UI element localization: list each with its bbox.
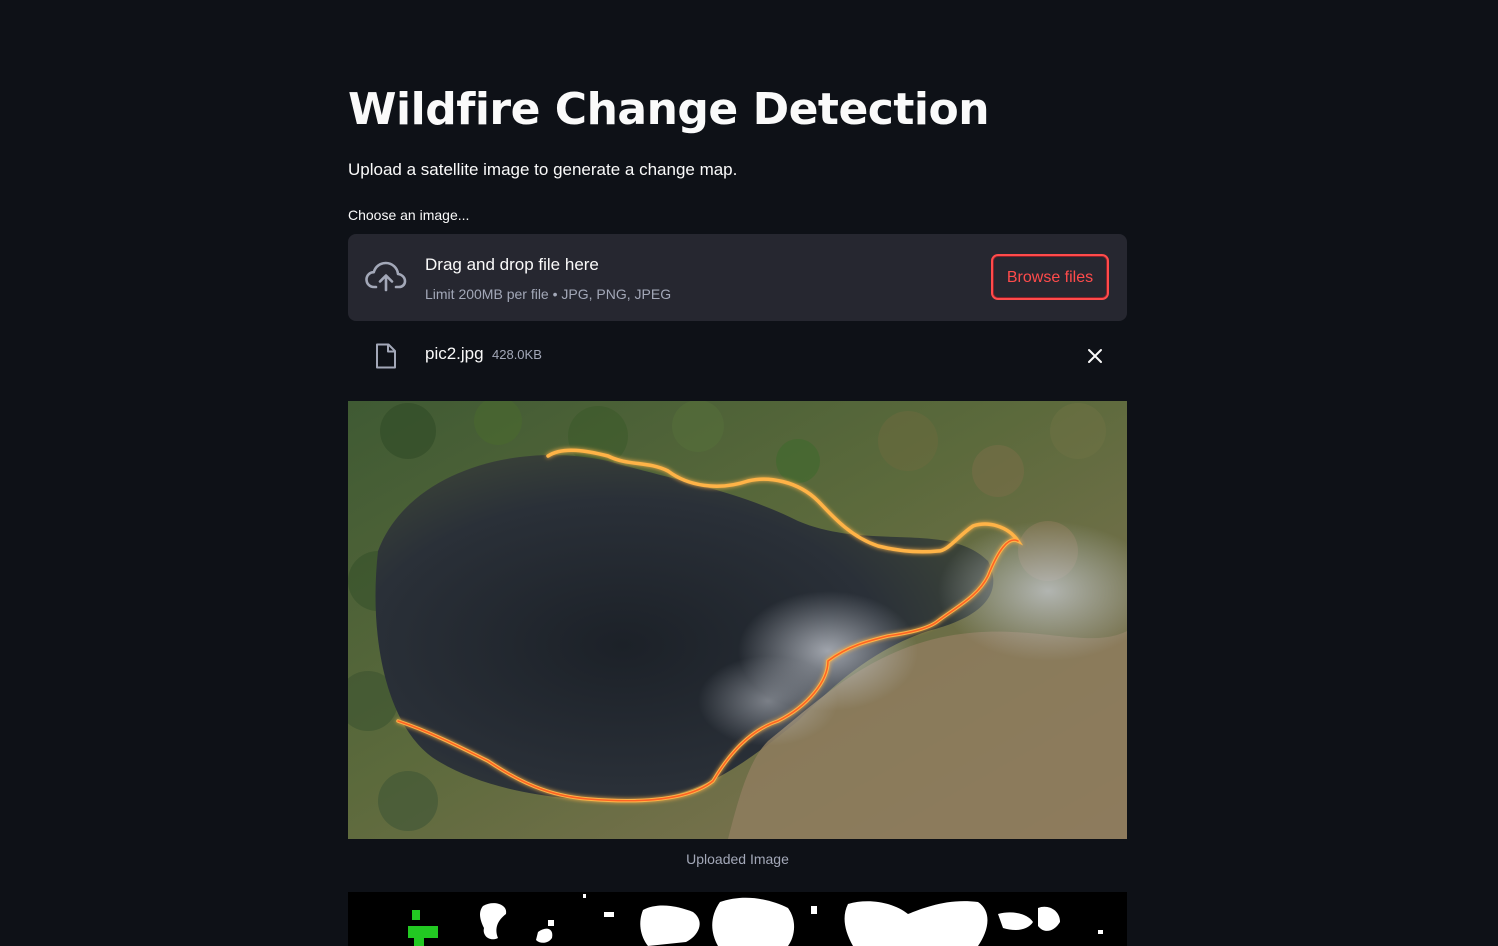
cloud-upload-icon: [365, 261, 407, 292]
browse-files-button[interactable]: Browse files: [991, 254, 1109, 300]
uploaded-image: [348, 401, 1127, 839]
change-map-image: [348, 892, 1127, 946]
file-dropzone[interactable]: Drag and drop file here Limit 200MB per …: [348, 234, 1127, 321]
image-caption: Uploaded Image: [686, 851, 789, 867]
change-map-graphic: [348, 892, 1127, 946]
page-title: Wildfire Change Detection: [348, 84, 990, 135]
page-subtitle: Upload a satellite image to generate a c…: [348, 160, 738, 179]
close-icon[interactable]: [1086, 347, 1104, 365]
uploader-label: Choose an image...: [348, 207, 470, 223]
uploaded-file-size: 428.0KB: [492, 347, 542, 362]
wildfire-aerial-photo: [348, 401, 1127, 839]
file-icon: [376, 343, 396, 369]
uploaded-file-row: pic2.jpg 428.0KB: [348, 334, 1127, 378]
dropzone-limit-text: Limit 200MB per file • JPG, PNG, JPEG: [425, 286, 672, 302]
dropzone-title: Drag and drop file here: [425, 255, 599, 274]
uploaded-file-name: pic2.jpg: [425, 344, 484, 363]
